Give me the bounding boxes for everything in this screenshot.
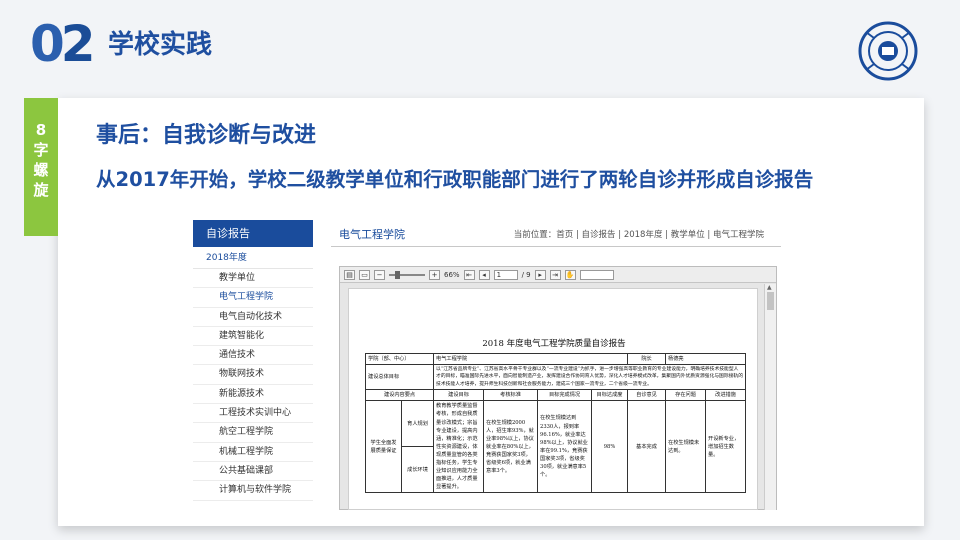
sidebar-item-electrical-college[interactable]: 电气工程学院 (193, 288, 313, 308)
sidebar-item-new-energy[interactable]: 新能源技术 (193, 385, 313, 405)
column-header: 目标完成情况 (537, 389, 593, 402)
search-input[interactable] (579, 269, 614, 280)
divider (331, 246, 781, 247)
sidebar-item-electrical-automation[interactable]: 电气自动化技术 (193, 308, 313, 327)
vertical-scrollbar[interactable]: ▲ (764, 284, 776, 510)
table-header-row: 建设内容要点 建设目标 考核标准 目标完成情况 目标达成度 自诊意见 存在问题 … (364, 389, 747, 402)
scroll-up-icon[interactable]: ▲ (767, 284, 772, 291)
sidebar-item-mechanical[interactable]: 机械工程学院 (193, 443, 313, 462)
university-seal-icon (858, 21, 918, 81)
column-header: 目标达成度 (591, 389, 629, 402)
slide-title: 学校实践 (108, 30, 213, 60)
table-cell: 学生全面发展质量保证 (365, 400, 402, 494)
table-cell: 电气工程学院 (433, 352, 629, 366)
document-title: 2018 年度电气工程学院质量自诊报告 (482, 339, 626, 349)
first-page-icon[interactable]: ⇤ (463, 269, 475, 280)
table-row: 学院（部、中心） 电气工程学院 院长 杨德亮 (364, 352, 747, 366)
side-tab-char: 旋 (33, 181, 49, 199)
content-title: 电气工程学院 (339, 228, 405, 241)
sidebar-item-communication[interactable]: 通信技术 (193, 346, 313, 366)
sidebar-item-iot[interactable]: 物联网技术 (193, 365, 313, 385)
breadcrumb[interactable]: 当前位置：首页 | 自诊报告 | 2018年度 | 教学单位 | 电气工程学院 (514, 228, 764, 240)
next-page-icon[interactable]: ▸ (534, 269, 546, 280)
sidebar-item-public-courses[interactable]: 公共基础课部 (193, 462, 313, 482)
zoom-level: 66% (444, 270, 460, 279)
table-cell: 杨德亮 (665, 352, 747, 366)
table-cell: 教育教学质量监督考核，形成自我质量诊改模式；宗旨专业建设，提高内涵，精准化；示范… (433, 400, 485, 494)
table-row: 建设总体目标 以“江苏省品牌专业”、江苏省高水平骨干专业群以及“一流专业建设”为… (364, 364, 747, 391)
zoom-slider[interactable] (389, 270, 425, 279)
pdf-toolbar: ▤ ▭ − + 66% ⇤ ◂ 1 / 9 ▸ ⇥ ✋ (340, 267, 776, 283)
sidebar-item-teaching-units[interactable]: 教学单位 (193, 269, 313, 289)
page-number-input[interactable]: 1 (493, 269, 518, 280)
pan-hand-icon[interactable]: ✋ (564, 269, 576, 280)
side-tab-char: 螺 (33, 161, 49, 179)
column-header: 改进措施 (705, 389, 747, 402)
sidebar-year[interactable]: 2018年度 (193, 247, 313, 269)
report-table: 学院（部、中心） 电气工程学院 院长 杨德亮 建设总体目标 以“江苏省品牌专业”… (364, 352, 747, 494)
pdf-page: 2018 年度电气工程学院质量自诊报告 学院（部、中心） 电气工程学院 院长 杨… (348, 288, 758, 510)
sidebar-item-building-intelligence[interactable]: 建筑智能化 (193, 327, 313, 347)
side-tab-8-spiral: 8 字 螺 旋 (24, 98, 58, 236)
zoom-in-icon[interactable]: + (429, 269, 440, 280)
column-header: 建设内容要点 (364, 389, 435, 402)
sidebar-item-computer-software[interactable]: 计算机与软件学院 (193, 481, 313, 501)
zoom-out-icon[interactable]: − (374, 269, 385, 280)
column-header: 存在问题 (665, 389, 707, 402)
table-cell: 在校生规模未达到。 (665, 400, 707, 494)
table-cell: 育人规划 (400, 400, 435, 448)
table-cell: 98% (591, 400, 629, 494)
table-row: 学生全面发展质量保证 育人规划 教育教学质量监督考核，形成自我质量诊改模式；宗旨… (365, 400, 747, 494)
table-cell: 在校生规模2000人，招生率93%，就业率98%以上，协议就业率在80%以上，竞… (483, 400, 539, 494)
table-cell: 院长 (627, 352, 667, 366)
section-subtitle: 事后：自我诊断与改进 (96, 123, 317, 148)
table-cell: 建设总体目标 (364, 364, 435, 391)
column-header: 考核标准 (483, 389, 539, 402)
section-description: 从2017年开始，学校二级教学单位和行政职能部门进行了两轮自诊并形成自诊报告 (96, 168, 814, 191)
section-number-second: 2 (60, 15, 96, 73)
sidebar-item-training-center[interactable]: 工程技术实训中心 (193, 404, 313, 424)
column-header: 自诊意见 (627, 389, 667, 402)
column-header: 建设目标 (433, 389, 485, 402)
scroll-thumb[interactable] (767, 292, 774, 310)
report-system-screenshot: 自诊报告 2018年度 教学单位 电气工程学院 电气自动化技术 建筑智能化 通信… (193, 220, 783, 510)
table-cell: 开设新专业，增加招生数量。 (705, 400, 747, 494)
prev-page-icon[interactable]: ◂ (478, 269, 490, 280)
side-tab-char: 8 (35, 121, 47, 139)
page-total: / 9 (521, 270, 531, 279)
last-page-icon[interactable]: ⇥ (549, 269, 561, 280)
section-number: 02 (30, 15, 96, 73)
side-tab-char: 字 (33, 141, 49, 159)
thumbnail-icon[interactable]: ▤ (344, 269, 355, 280)
fit-page-icon[interactable]: ▭ (359, 269, 370, 280)
table-cell: 学院（部、中心） (364, 352, 435, 366)
pdf-viewer: ▤ ▭ − + 66% ⇤ ◂ 1 / 9 ▸ ⇥ ✋ 2018 年度电气工程学… (339, 266, 777, 510)
section-number-first: 0 (30, 15, 65, 73)
report-sidebar: 自诊报告 2018年度 教学单位 电气工程学院 电气自动化技术 建筑智能化 通信… (193, 220, 313, 510)
table-cell: 成长环境 (400, 446, 435, 494)
sidebar-item-aviation[interactable]: 航空工程学院 (193, 423, 313, 443)
table-cell: 基本完成 (627, 400, 667, 494)
sidebar-title: 自诊报告 (193, 220, 313, 247)
table-cell: 以“江苏省品牌专业”、江苏省高水平骨干专业群以及“一流专业建设”为抓手，进一步增… (433, 364, 747, 391)
table-cell: 在校生规模达到2330人，报到率96.16%，就业率达98%以上，协议就业率在9… (537, 400, 593, 494)
